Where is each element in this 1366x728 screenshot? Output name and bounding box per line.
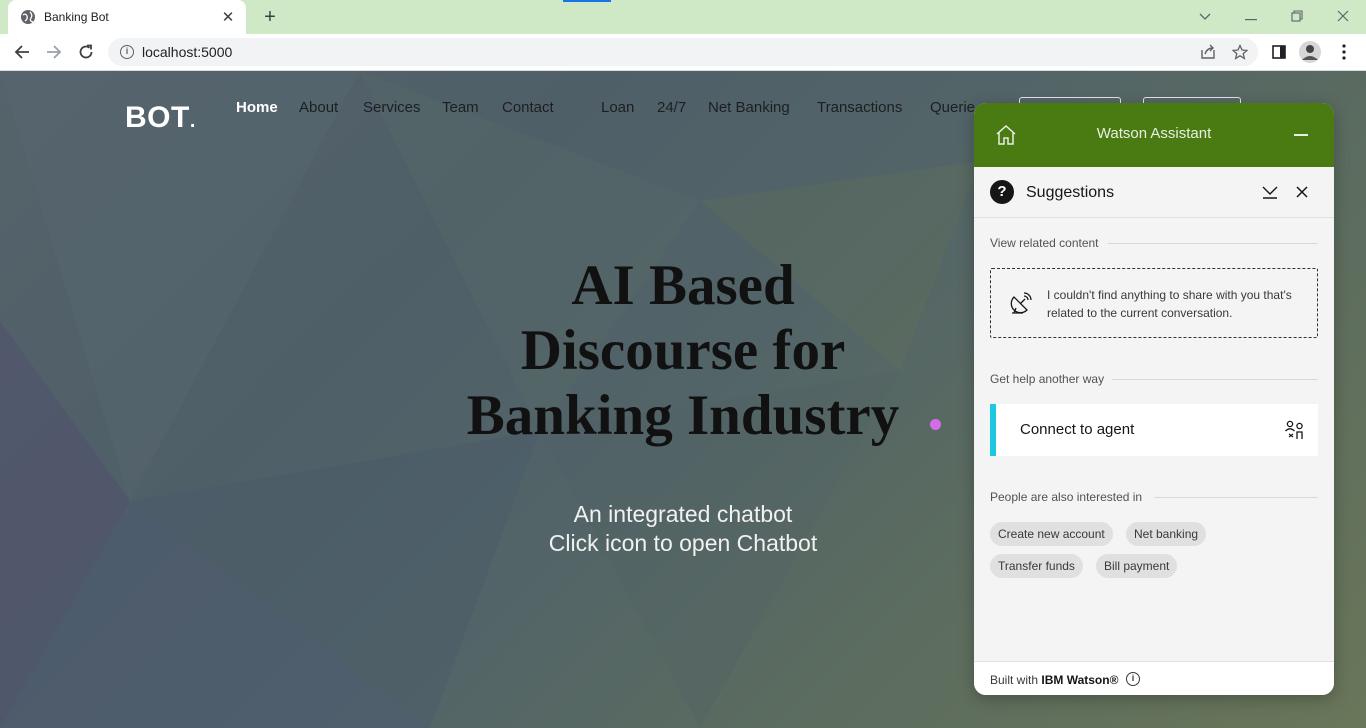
tab-title: Banking Bot bbox=[44, 10, 109, 24]
nav-24-7[interactable]: 24/7 bbox=[657, 99, 686, 116]
footer-prefix: Built with bbox=[990, 673, 1039, 687]
browser-tab-strip: Banking Bot ✕ + bbox=[0, 0, 1366, 34]
suggestions-title: Suggestions bbox=[1026, 184, 1115, 201]
tab-close-icon[interactable]: ✕ bbox=[220, 8, 236, 26]
hero-title-line-3: Banking Industry bbox=[466, 384, 900, 447]
nav-about[interactable]: About bbox=[299, 99, 338, 116]
reload-icon[interactable] bbox=[74, 40, 98, 64]
hero-title-line-1: AI Based bbox=[571, 254, 795, 317]
forward-arrow-icon[interactable] bbox=[42, 40, 66, 64]
menu-kebab-icon[interactable] bbox=[1332, 40, 1356, 64]
hero-subtitle: An integrated chatbot Click icon to open… bbox=[433, 500, 933, 558]
nav-home[interactable]: Home bbox=[236, 99, 278, 116]
watson-assistant-panel: Watson Assistant ? Suggestions View rela… bbox=[974, 103, 1334, 695]
loading-indicator bbox=[563, 0, 611, 2]
hero-title: AI Based Discourse for Banking Industry bbox=[383, 253, 983, 448]
tab-search-icon[interactable] bbox=[1191, 4, 1219, 28]
nav-contact[interactable]: Contact bbox=[502, 99, 554, 116]
nav-transactions[interactable]: Transactions bbox=[817, 99, 902, 116]
brand-text: BOT bbox=[125, 101, 190, 134]
address-bar[interactable]: i localhost:5000 bbox=[108, 38, 1258, 66]
browser-toolbar: i localhost:5000 bbox=[0, 34, 1366, 71]
question-mark-icon: ? bbox=[990, 180, 1014, 204]
brand-dot: . bbox=[189, 110, 196, 132]
nav-services[interactable]: Services bbox=[363, 99, 421, 116]
no-content-card: I couldn't find anything to share with y… bbox=[990, 268, 1318, 338]
connect-to-agent-label: Connect to agent bbox=[1020, 421, 1135, 438]
no-content-text: I couldn't find anything to share with y… bbox=[1047, 288, 1292, 320]
bookmark-star-icon[interactable] bbox=[1228, 40, 1252, 64]
info-icon[interactable]: i bbox=[1126, 672, 1140, 686]
satellite-dish-icon bbox=[1010, 292, 1032, 314]
nav-queries[interactable]: Querie bbox=[930, 99, 975, 116]
new-tab-button[interactable]: + bbox=[258, 6, 282, 28]
suggestion-chip[interactable]: Net banking bbox=[1126, 522, 1207, 546]
minimize-window-icon[interactable] bbox=[1237, 4, 1265, 28]
collapse-icon[interactable] bbox=[1260, 182, 1280, 202]
suggestion-chip[interactable]: Transfer funds bbox=[990, 554, 1083, 578]
agent-icon bbox=[1285, 420, 1303, 439]
footer-text: Built with IBM Watson® bbox=[990, 673, 1118, 687]
browser-tab[interactable]: Banking Bot ✕ bbox=[8, 0, 246, 34]
site-logo[interactable]: BOT. bbox=[125, 101, 196, 135]
watson-footer: Built with IBM Watson® i bbox=[974, 661, 1334, 695]
hero-subtitle-line-1: An integrated chatbot bbox=[573, 501, 793, 527]
site-info-icon[interactable]: i bbox=[120, 45, 134, 59]
restore-window-icon[interactable] bbox=[1283, 4, 1311, 28]
help-label: Get help another way bbox=[990, 372, 1105, 386]
back-arrow-icon[interactable] bbox=[10, 40, 34, 64]
related-content-label: View related content bbox=[990, 236, 1099, 250]
nav-loan[interactable]: Loan bbox=[601, 99, 634, 116]
profile-avatar[interactable] bbox=[1298, 40, 1322, 64]
suggestion-chip[interactable]: Bill payment bbox=[1096, 554, 1178, 578]
share-icon[interactable] bbox=[1196, 40, 1220, 64]
close-window-icon[interactable] bbox=[1329, 4, 1357, 28]
divider bbox=[1154, 497, 1318, 498]
url-text: localhost:5000 bbox=[142, 44, 233, 60]
side-panel-icon[interactable] bbox=[1267, 40, 1291, 64]
hero-subtitle-line-2: Click icon to open Chatbot bbox=[548, 530, 818, 556]
hero-title-line-2: Discourse for bbox=[520, 319, 846, 382]
footer-brand: IBM Watson® bbox=[1041, 673, 1119, 687]
interested-label: People are also interested in bbox=[990, 490, 1143, 504]
nav-net-banking[interactable]: Net Banking bbox=[708, 99, 790, 116]
watson-header: Watson Assistant bbox=[974, 103, 1334, 167]
divider bbox=[1108, 243, 1318, 244]
suggestions-header: ? Suggestions bbox=[974, 167, 1334, 218]
hero-accent-dot bbox=[930, 419, 941, 430]
close-icon[interactable] bbox=[1292, 182, 1312, 202]
suggestion-chip[interactable]: Create new account bbox=[990, 522, 1113, 546]
nav-team[interactable]: Team bbox=[442, 99, 479, 116]
watson-title: Watson Assistant bbox=[1096, 125, 1212, 142]
globe-icon bbox=[21, 10, 35, 24]
minimize-icon[interactable] bbox=[1294, 134, 1308, 136]
connect-to-agent-button[interactable]: Connect to agent bbox=[990, 404, 1318, 456]
divider bbox=[1112, 379, 1318, 380]
